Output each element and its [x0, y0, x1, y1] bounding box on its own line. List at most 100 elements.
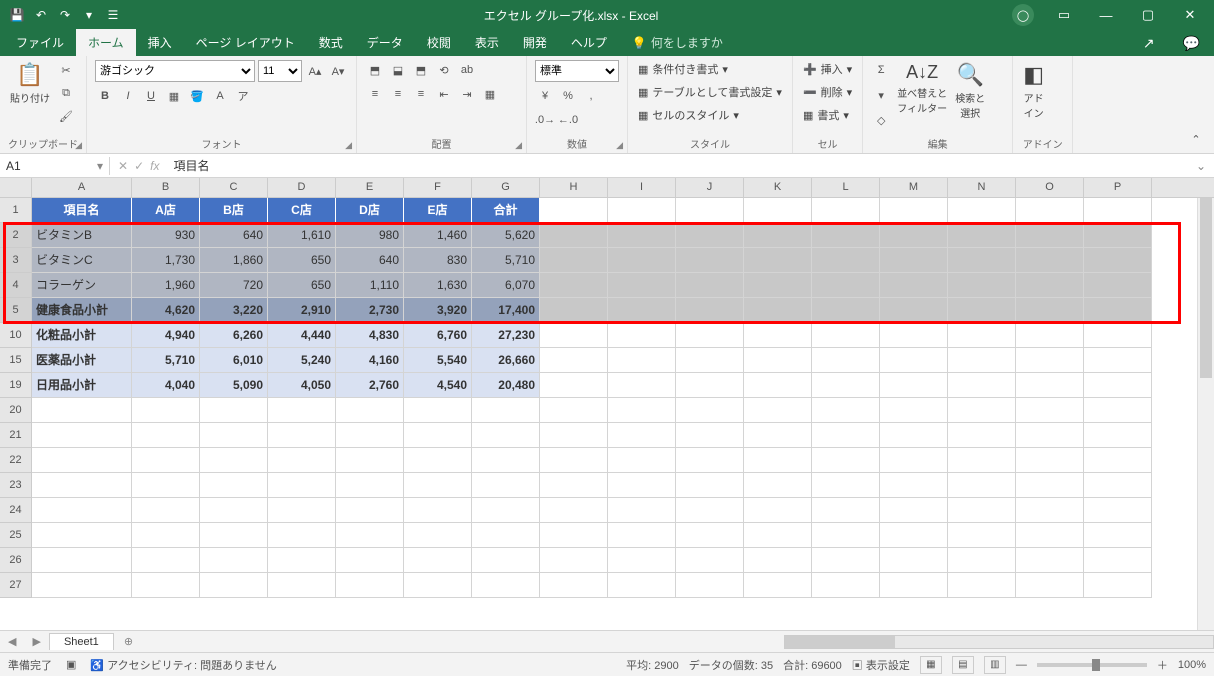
cell[interactable]: 17,400 — [472, 298, 540, 323]
cell[interactable] — [1016, 473, 1084, 498]
cell[interactable] — [472, 473, 540, 498]
column-header[interactable]: E — [336, 178, 404, 197]
cell[interactable]: 5,620 — [472, 223, 540, 248]
cell[interactable] — [948, 198, 1016, 223]
cell[interactable] — [336, 423, 404, 448]
cell[interactable] — [812, 273, 880, 298]
cell[interactable] — [880, 448, 948, 473]
row-header[interactable]: 27 — [0, 573, 32, 598]
cell[interactable] — [608, 498, 676, 523]
cell[interactable]: 1,610 — [268, 223, 336, 248]
cell[interactable] — [744, 573, 812, 598]
qat-more-icon[interactable]: ▾ — [80, 6, 98, 24]
cell[interactable]: 5,710 — [472, 248, 540, 273]
cell[interactable] — [1084, 573, 1152, 598]
cell[interactable] — [676, 573, 744, 598]
cell[interactable] — [540, 223, 608, 248]
accessibility-status[interactable]: ♿ アクセシビリティ: 問題ありません — [90, 657, 276, 673]
name-box[interactable]: A1▾ — [0, 157, 110, 175]
cell[interactable] — [880, 498, 948, 523]
tab-formulas[interactable]: 数式 — [307, 29, 355, 56]
maximize-icon[interactable]: ▢ — [1128, 0, 1168, 30]
cell[interactable]: 6,260 — [200, 323, 268, 348]
cell[interactable] — [948, 298, 1016, 323]
accounting-format-icon[interactable]: ¥ — [535, 86, 555, 106]
cell[interactable] — [1016, 298, 1084, 323]
cell[interactable] — [540, 273, 608, 298]
cell[interactable] — [608, 423, 676, 448]
cell[interactable] — [608, 523, 676, 548]
row-header[interactable]: 24 — [0, 498, 32, 523]
cell[interactable] — [540, 373, 608, 398]
cell[interactable] — [608, 398, 676, 423]
zoom-level[interactable]: 100% — [1178, 659, 1206, 671]
cell[interactable] — [200, 523, 268, 548]
tab-home[interactable]: ホーム — [76, 29, 136, 56]
cell[interactable] — [1084, 473, 1152, 498]
cell[interactable] — [336, 398, 404, 423]
cell[interactable] — [1016, 573, 1084, 598]
cell[interactable] — [744, 223, 812, 248]
cell[interactable]: 5,540 — [404, 348, 472, 373]
cell[interactable]: 4,040 — [132, 373, 200, 398]
cell[interactable] — [812, 473, 880, 498]
cell[interactable]: 20,480 — [472, 373, 540, 398]
tab-file[interactable]: ファイル — [4, 29, 76, 56]
cell[interactable] — [200, 423, 268, 448]
cell[interactable] — [744, 473, 812, 498]
sheet-tab[interactable]: Sheet1 — [49, 633, 114, 650]
cell[interactable] — [132, 398, 200, 423]
cell[interactable] — [268, 473, 336, 498]
cell[interactable] — [880, 398, 948, 423]
cell[interactable] — [880, 298, 948, 323]
fill-icon[interactable]: ▾ — [871, 85, 891, 105]
cell[interactable] — [608, 223, 676, 248]
cell[interactable] — [540, 198, 608, 223]
insert-cells-button[interactable]: ➕ 挿入 ▾ — [801, 60, 854, 78]
macro-record-icon[interactable]: ▣ — [66, 658, 76, 671]
minimize-icon[interactable]: — — [1086, 0, 1126, 30]
cell[interactable] — [540, 423, 608, 448]
cell[interactable] — [608, 448, 676, 473]
cell[interactable] — [540, 498, 608, 523]
cell[interactable] — [1016, 248, 1084, 273]
cell[interactable]: D店 — [336, 198, 404, 223]
phonetic-button[interactable]: ア — [233, 86, 253, 106]
find-select-button[interactable]: 🔍検索と 選択 — [953, 60, 987, 122]
account-icon[interactable]: ◯ — [1012, 4, 1034, 26]
cell[interactable] — [812, 198, 880, 223]
row-header[interactable]: 5 — [0, 298, 32, 323]
percent-format-icon[interactable]: % — [558, 86, 578, 106]
cell[interactable] — [812, 523, 880, 548]
row-header[interactable]: 25 — [0, 523, 32, 548]
cell[interactable]: 4,620 — [132, 298, 200, 323]
cell[interactable] — [676, 248, 744, 273]
cell[interactable]: E店 — [404, 198, 472, 223]
cell[interactable]: 項目名 — [32, 198, 132, 223]
cell[interactable] — [744, 198, 812, 223]
horizontal-scrollbar[interactable] — [784, 635, 1214, 649]
cell[interactable] — [336, 548, 404, 573]
undo-icon[interactable]: ↶ — [32, 6, 50, 24]
cell[interactable] — [200, 573, 268, 598]
cell[interactable] — [948, 273, 1016, 298]
cell[interactable] — [268, 448, 336, 473]
cell[interactable] — [1084, 548, 1152, 573]
cell[interactable]: B店 — [200, 198, 268, 223]
cell[interactable] — [948, 248, 1016, 273]
cell[interactable] — [812, 248, 880, 273]
cell[interactable] — [744, 273, 812, 298]
row-header[interactable]: 4 — [0, 273, 32, 298]
cell[interactable] — [472, 523, 540, 548]
row-header[interactable]: 3 — [0, 248, 32, 273]
ribbon-options-icon[interactable]: ▭ — [1044, 0, 1084, 30]
cell[interactable] — [32, 473, 132, 498]
cell[interactable] — [676, 273, 744, 298]
cell[interactable] — [744, 523, 812, 548]
cell[interactable] — [608, 323, 676, 348]
cell[interactable] — [948, 548, 1016, 573]
increase-decimal-icon[interactable]: .0→ — [535, 110, 555, 130]
row-header[interactable]: 15 — [0, 348, 32, 373]
cell[interactable]: 1,460 — [404, 223, 472, 248]
cell[interactable] — [744, 423, 812, 448]
